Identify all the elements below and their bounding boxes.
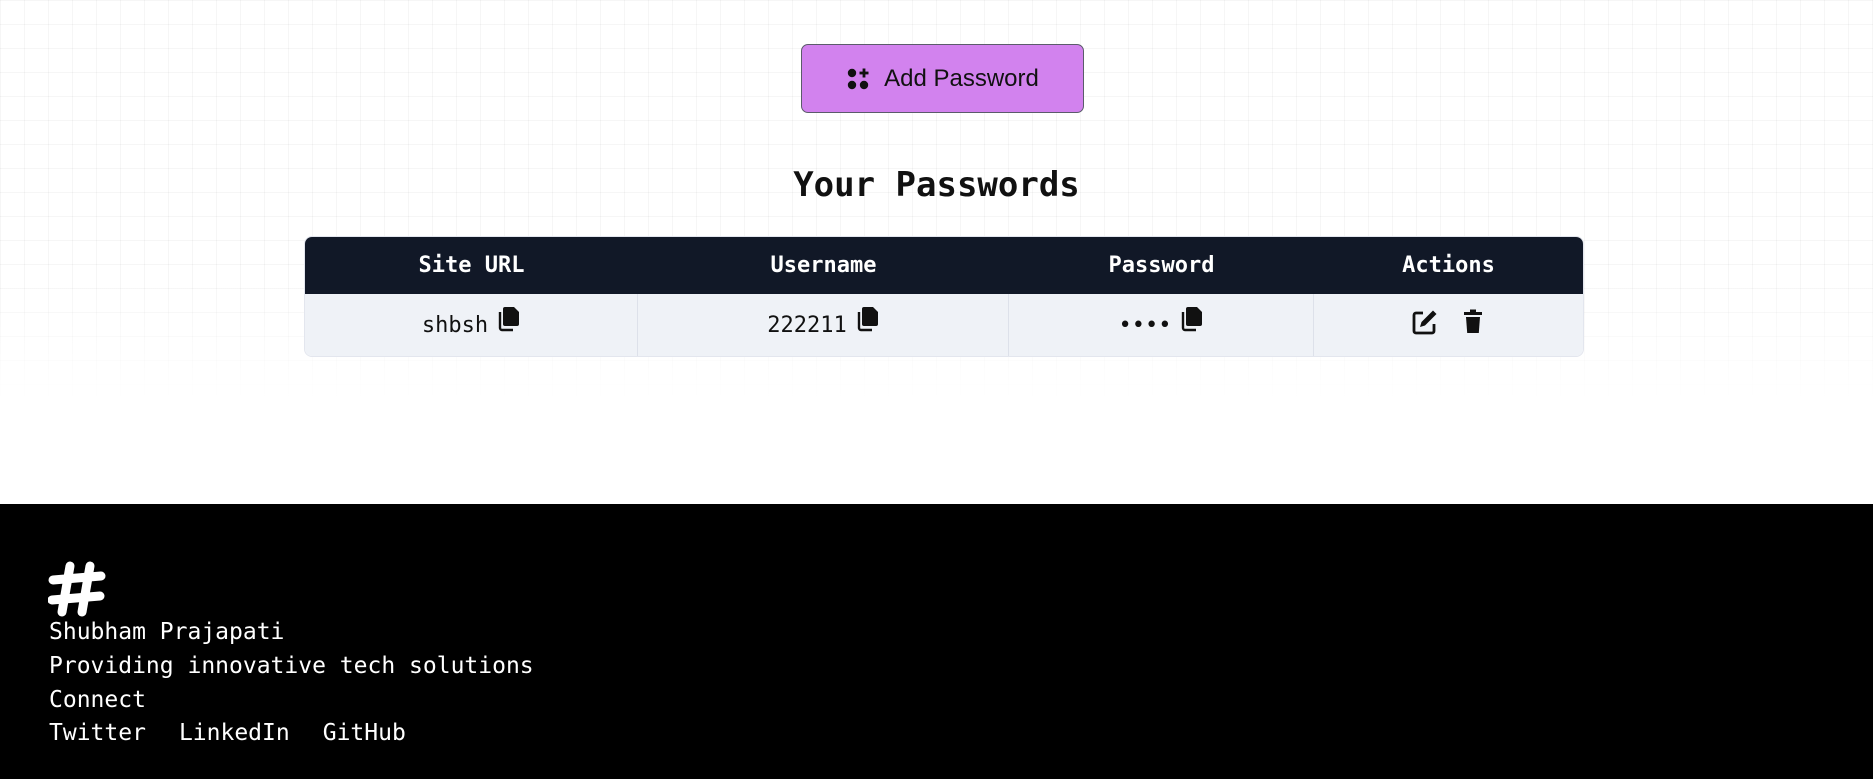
twitter-link[interactable]: Twitter: [49, 720, 146, 746]
footer-tagline: Providing innovative tech solutions: [49, 653, 534, 679]
table-header-row: Site URL Username Password Actions: [305, 237, 1583, 294]
add-password-label: Add Password: [884, 64, 1039, 92]
header-password: Password: [1009, 237, 1314, 294]
footer-connect-heading: Connect: [49, 687, 146, 713]
passwords-table: Site URL Username Password Actions shbsh…: [304, 236, 1584, 357]
username-cell: 222211: [638, 294, 1009, 356]
delete-icon[interactable]: [1459, 308, 1487, 336]
header-site-url: Site URL: [305, 237, 638, 294]
github-link[interactable]: GitHub: [323, 720, 406, 746]
header-username: Username: [638, 237, 1009, 294]
username-value: 222211: [767, 312, 847, 338]
password-cell: ••••: [1009, 294, 1314, 356]
copy-site-icon[interactable]: [498, 306, 520, 332]
footer: Shubham Prajapati Providing innovative t…: [0, 504, 1873, 779]
add-password-button[interactable]: Add Password: [801, 44, 1084, 113]
hash-logo-icon: [48, 561, 106, 617]
header-actions: Actions: [1314, 237, 1583, 294]
actions-cell: [1314, 294, 1583, 356]
footer-name: Shubham Prajapati: [49, 619, 285, 645]
section-title: Your Passwords: [793, 165, 1080, 205]
linkedin-link[interactable]: LinkedIn: [179, 720, 290, 746]
copy-password-icon[interactable]: [1181, 306, 1203, 332]
edit-icon[interactable]: [1411, 308, 1439, 336]
password-value: ••••: [1118, 312, 1172, 338]
table-row: shbsh 222211 ••••: [305, 294, 1583, 356]
copy-username-icon[interactable]: [857, 306, 879, 332]
site-cell: shbsh: [305, 294, 638, 356]
footer-links: Twitter LinkedIn GitHub: [49, 720, 406, 746]
site-value: shbsh: [421, 312, 489, 338]
add-password-icon: [847, 68, 869, 89]
